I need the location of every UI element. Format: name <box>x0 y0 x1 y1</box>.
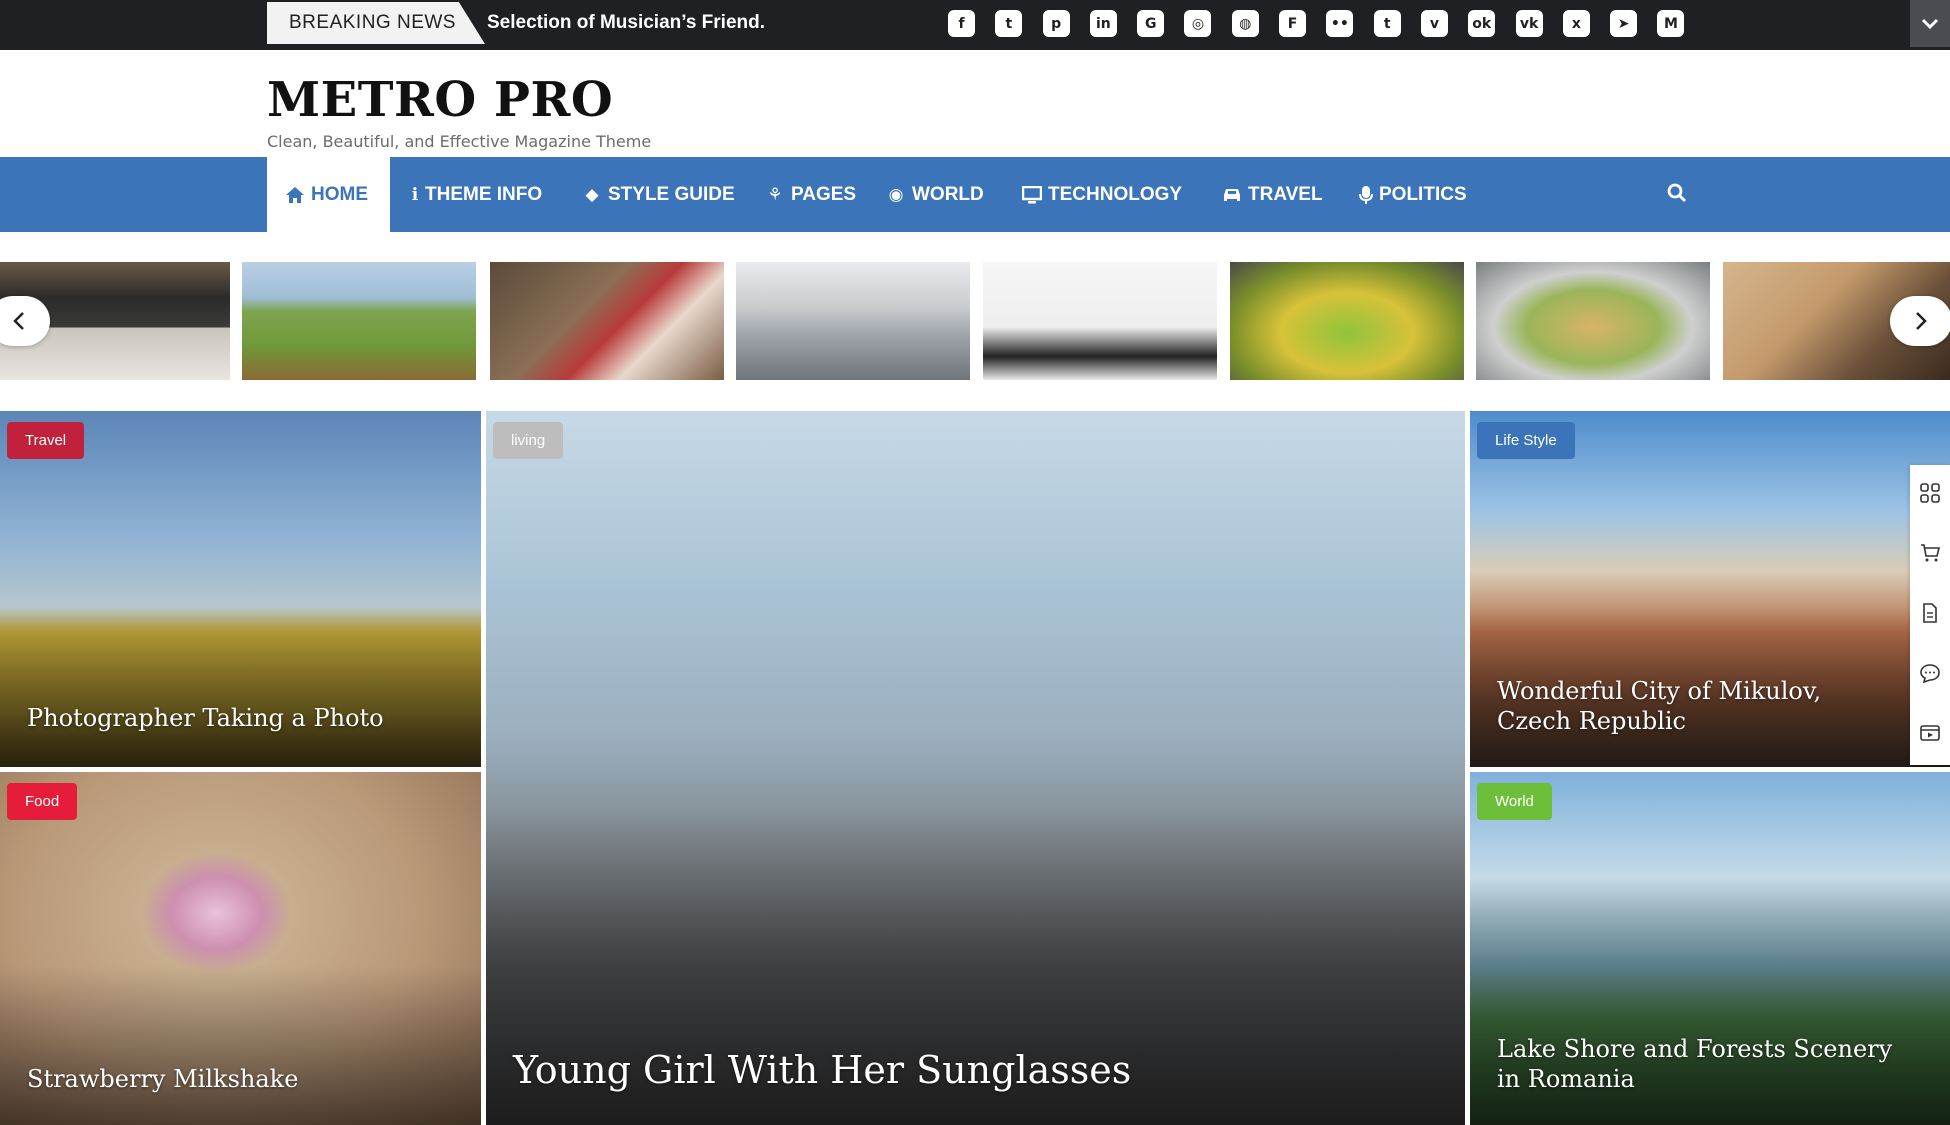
nav-label: THEME INFO <box>425 183 543 205</box>
nav-item-home[interactable]: HOME <box>267 157 390 232</box>
side-toolbar <box>1910 465 1950 765</box>
chevron-left-icon <box>13 312 24 330</box>
category-badge[interactable]: Life Style <box>1477 422 1575 459</box>
site-title[interactable]: METRO PRO <box>267 72 613 128</box>
featured-card-mikulov[interactable]: Life Style Wonderful City of Mikulov, Cz… <box>1470 411 1950 767</box>
nav-item-style-guide[interactable]: ◆ STYLE GUIDE <box>582 157 735 232</box>
grid-icon <box>1920 483 1940 503</box>
desktop-icon <box>1022 185 1042 203</box>
document-icon <box>1923 603 1937 623</box>
slider-thumb-exercise[interactable] <box>983 262 1217 380</box>
nav-label: HOME <box>311 183 368 205</box>
slider-thumb-fruits[interactable] <box>1230 262 1464 380</box>
nav-label: STYLE GUIDE <box>608 183 735 205</box>
category-badge[interactable]: living <box>493 422 564 459</box>
telegram-icon[interactable]: ➤ <box>1610 10 1638 37</box>
medium-icon[interactable]: M <box>1657 10 1685 37</box>
card-title[interactable]: Young Girl With Her Sunglasses <box>513 1048 1131 1092</box>
tumblr-icon[interactable]: t <box>1373 10 1401 37</box>
featured-card-photographer[interactable]: Travel Photographer Taking a Photo <box>0 411 481 767</box>
nav-item-technology[interactable]: TECHNOLOGY <box>1022 157 1182 232</box>
car-icon <box>1224 188 1240 201</box>
video-button[interactable] <box>1920 723 1940 743</box>
category-badge[interactable]: Travel <box>7 422 85 459</box>
vk-icon[interactable]: vk <box>1515 10 1543 37</box>
globe-icon: ◉ <box>888 184 904 205</box>
thumbnail-slider <box>0 262 1950 380</box>
slider-thumb-jogging[interactable] <box>736 262 970 380</box>
featured-card-romania[interactable]: World Lake Shore and Forests Scenery in … <box>1470 772 1950 1125</box>
nav-item-politics[interactable]: POLITICS <box>1359 157 1467 232</box>
twitter-icon[interactable]: t <box>995 10 1023 37</box>
nav-item-theme-info[interactable]: ℹ THEME INFO <box>411 157 542 232</box>
cart-button[interactable] <box>1920 543 1941 563</box>
demos-button[interactable] <box>1920 483 1940 503</box>
docs-button[interactable] <box>1920 603 1940 623</box>
info-icon: ℹ <box>411 184 419 205</box>
chevron-right-icon <box>1916 312 1927 330</box>
foursquare-icon[interactable]: F <box>1279 10 1307 37</box>
nav-label: WORLD <box>912 183 984 205</box>
card-title[interactable]: Photographer Taking a Photo <box>27 704 384 732</box>
slider-thumb-guitar[interactable] <box>242 262 476 380</box>
featured-card-sunglasses[interactable]: living Young Girl With Her Sunglasses <box>486 411 1465 1125</box>
search-button[interactable] <box>1666 182 1688 206</box>
featured-card-milkshake[interactable]: Food Strawberry Milkshake <box>0 772 481 1125</box>
nav-item-pages[interactable]: ⚘ PAGES <box>765 157 856 232</box>
card-title[interactable]: Strawberry Milkshake <box>27 1065 298 1093</box>
google-icon[interactable]: G <box>1137 10 1165 37</box>
slider-thumb-dish[interactable] <box>1476 262 1710 380</box>
flickr-icon[interactable]: •• <box>1326 10 1354 37</box>
breaking-news-label: BREAKING NEWS <box>267 2 485 44</box>
microphone-icon <box>1359 185 1373 204</box>
linkedin-icon[interactable]: in <box>1089 10 1117 37</box>
topbar-toggle-button[interactable] <box>1910 0 1950 47</box>
category-badge[interactable]: Food <box>7 783 78 820</box>
xing-icon[interactable]: x <box>1562 10 1590 37</box>
card-title[interactable]: Wonderful City of Mikulov, Czech Republi… <box>1497 676 1897 736</box>
breaking-news-ticker[interactable]: Selection of Musician’s Friend. <box>487 0 765 46</box>
nav-label: PAGES <box>791 183 857 205</box>
search-icon <box>1667 183 1687 203</box>
nav-item-world[interactable]: ◉ WORLD <box>886 157 984 232</box>
card-overlay <box>486 411 1465 1125</box>
slider-prev-button[interactable] <box>0 296 50 346</box>
slider-thumb-smoothie[interactable] <box>490 262 724 380</box>
video-icon <box>1920 725 1940 741</box>
category-badge[interactable]: World <box>1477 783 1552 820</box>
chat-icon <box>1920 664 1940 684</box>
eraser-icon: ◆ <box>585 184 599 205</box>
social-links: f t p in G ◎ ◍ F •• t v ok vk x ➤ M <box>948 10 1685 37</box>
odnoklassniki-icon[interactable]: ok <box>1468 10 1496 37</box>
chevron-down-icon <box>1921 18 1939 29</box>
home-icon <box>286 186 304 203</box>
nav-label: TRAVEL <box>1248 183 1323 205</box>
main-navigation: HOME ℹ THEME INFO ◆ STYLE GUIDE ⚘ PAGES … <box>0 157 1950 232</box>
instagram-icon[interactable]: ◎ <box>1184 10 1212 37</box>
vimeo-icon[interactable]: v <box>1420 10 1448 37</box>
cart-icon <box>1921 544 1941 562</box>
nav-label: TECHNOLOGY <box>1048 183 1183 205</box>
card-title[interactable]: Lake Shore and Forests Scenery in Romani… <box>1497 1034 1897 1094</box>
support-button[interactable] <box>1920 663 1940 684</box>
nav-label: POLITICS <box>1379 183 1467 205</box>
top-bar: BREAKING NEWS Selection of Musician’s Fr… <box>0 0 1950 50</box>
nav-item-travel[interactable]: TRAVEL <box>1222 157 1323 232</box>
facebook-icon[interactable]: f <box>948 10 975 37</box>
site-tagline: Clean, Beautiful, and Effective Magazine… <box>267 132 652 151</box>
pinterest-icon[interactable]: p <box>1042 10 1070 37</box>
dribbble-icon[interactable]: ◍ <box>1231 10 1259 37</box>
fan-icon: ⚘ <box>767 184 783 205</box>
slider-next-button[interactable] <box>1890 296 1950 346</box>
